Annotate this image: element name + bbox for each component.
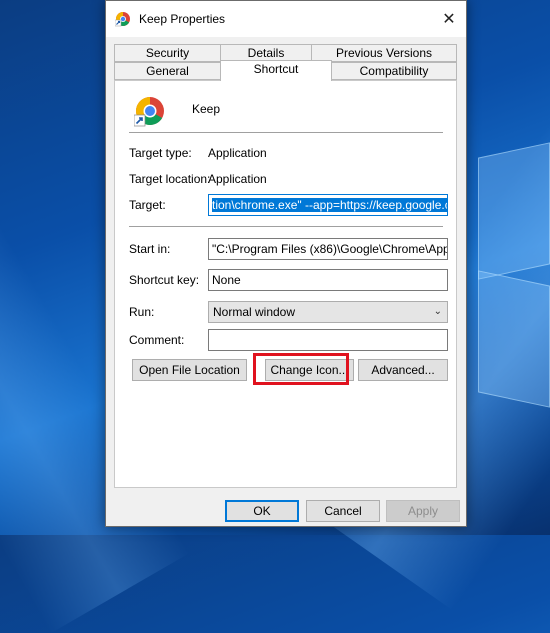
target-field[interactable]: tion\chrome.exe" --app=https://keep.goog… <box>208 194 448 216</box>
target-location-value: Application <box>208 172 267 186</box>
run-dropdown[interactable]: Normal window ⌄ <box>208 301 448 323</box>
shortcut-key-field[interactable]: None <box>208 269 448 291</box>
target-type-value: Application <box>208 146 267 160</box>
ok-button[interactable]: OK <box>225 500 299 522</box>
tab-compatibility[interactable]: Compatibility <box>331 62 457 80</box>
target-location-label: Target location: <box>129 172 211 186</box>
open-file-location-button[interactable]: Open File Location <box>132 359 247 381</box>
close-icon: ✕ <box>442 11 456 28</box>
target-label: Target: <box>129 198 166 212</box>
properties-dialog: Keep Properties ✕ Security Details Previ… <box>105 0 467 527</box>
window-title: Keep Properties <box>139 12 226 26</box>
tab-general[interactable]: General <box>114 62 221 80</box>
comment-label: Comment: <box>129 333 185 347</box>
cancel-button[interactable]: Cancel <box>306 500 380 522</box>
tab-previous-versions[interactable]: Previous Versions <box>311 44 457 62</box>
run-label: Run: <box>129 305 155 319</box>
tab-shortcut[interactable]: Shortcut <box>220 60 332 81</box>
chevron-down-icon: ⌄ <box>433 306 442 317</box>
tab-security[interactable]: Security <box>114 44 221 62</box>
close-button[interactable]: ✕ <box>432 1 466 37</box>
chrome-icon <box>134 97 164 127</box>
advanced-button[interactable]: Advanced... <box>358 359 448 381</box>
shortcut-key-label: Shortcut key: <box>129 273 200 287</box>
start-in-label: Start in: <box>129 242 171 256</box>
comment-field[interactable] <box>208 329 448 351</box>
chrome-shortcut-icon <box>115 12 130 27</box>
apply-button[interactable]: Apply <box>386 500 460 522</box>
divider <box>129 132 443 133</box>
divider <box>129 226 443 227</box>
shortcut-name: Keep <box>192 102 221 116</box>
windows-logo-wallpaper <box>468 142 550 410</box>
title-bar: Keep Properties ✕ <box>106 1 466 37</box>
change-icon-highlight-box <box>253 353 349 385</box>
target-type-label: Target type: <box>129 146 192 160</box>
shortcut-panel: Keep Target type: Application Target loc… <box>114 80 457 488</box>
start-in-field[interactable]: "C:\Program Files (x86)\Google\Chrome\Ap… <box>208 238 448 260</box>
